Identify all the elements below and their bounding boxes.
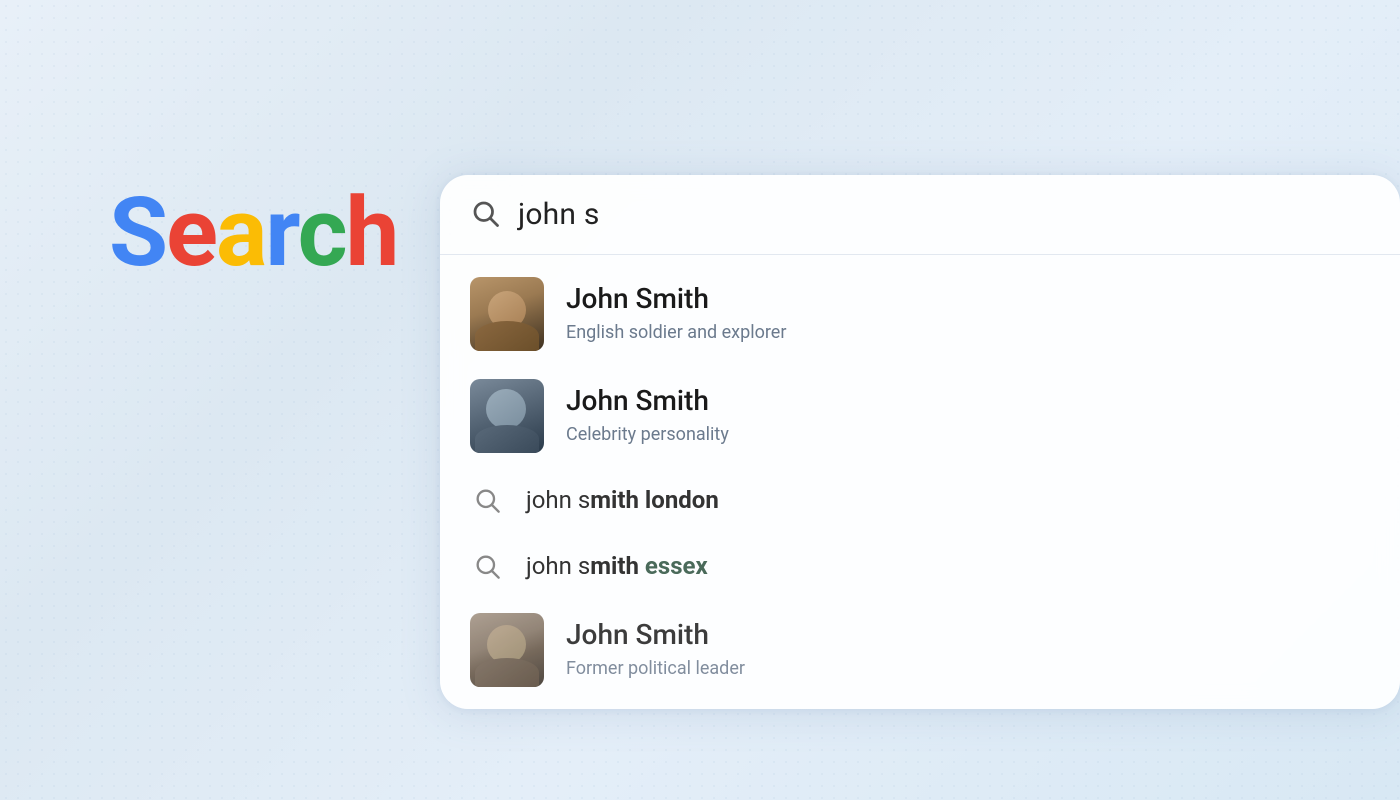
letter-s: S xyxy=(109,177,166,289)
result-person-1[interactable]: John Smith English soldier and explorer xyxy=(440,263,1400,365)
result-name-2: John Smith xyxy=(566,385,729,417)
suggestion-text-essex: john smith essex xyxy=(526,552,708,580)
avatar-john-smith-2 xyxy=(470,379,544,453)
suggestion-essex[interactable]: john smith essex xyxy=(440,533,1400,599)
result-desc-2: Celebrity personality xyxy=(566,423,729,446)
avatar-john-smith-3 xyxy=(470,613,544,687)
result-text-2: John Smith Celebrity personality xyxy=(566,385,729,447)
letter-a: a xyxy=(216,177,265,289)
result-desc-3: Former political leader xyxy=(566,657,745,680)
result-name-3: John Smith xyxy=(566,619,745,651)
result-name-1: John Smith xyxy=(566,283,786,315)
results-list: John Smith English soldier and explorer … xyxy=(440,255,1400,709)
search-input-area[interactable]: john s xyxy=(440,175,1400,255)
result-text-1: John Smith English soldier and explorer xyxy=(566,283,786,345)
result-desc-1: English soldier and explorer xyxy=(566,321,786,344)
letter-r: r xyxy=(265,177,297,289)
result-person-2[interactable]: John Smith Celebrity personality xyxy=(440,365,1400,467)
search-dropdown-card: john s John Smith English soldier and ex… xyxy=(440,175,1400,709)
letter-e: e xyxy=(166,177,216,289)
avatar-john-smith-1 xyxy=(470,277,544,351)
suggestion-search-icon-2 xyxy=(470,549,504,583)
suggestion-text-london: john smith london xyxy=(526,486,719,514)
search-title-logo: Search xyxy=(109,185,397,281)
result-person-3[interactable]: John Smith Former political leader xyxy=(440,599,1400,701)
search-query[interactable]: john s xyxy=(518,197,600,232)
letter-c: c xyxy=(298,177,346,289)
result-text-3: John Smith Former political leader xyxy=(566,619,745,681)
letter-h: h xyxy=(346,177,398,289)
suggestion-search-icon-1 xyxy=(470,483,504,517)
suggestion-london[interactable]: john smith london xyxy=(440,467,1400,533)
search-icon xyxy=(470,198,500,232)
